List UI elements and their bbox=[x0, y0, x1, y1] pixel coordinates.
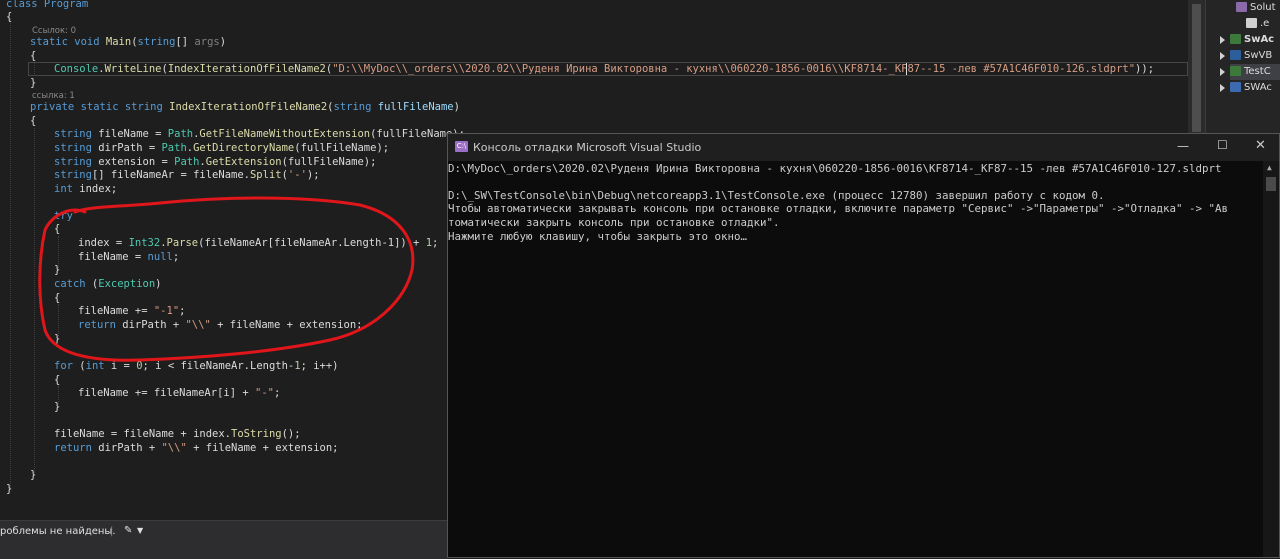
console-app-icon: C:\ bbox=[455, 141, 468, 152]
code-line: return dirPath + "\\" + fileName + exten… bbox=[54, 442, 339, 454]
code-line: { bbox=[54, 292, 61, 304]
solution-node[interactable]: Solut bbox=[1236, 0, 1276, 16]
console-output-line: Чтобы автоматически закрывать консоль пр… bbox=[448, 202, 1229, 215]
project-node[interactable]: SwVB bbox=[1230, 48, 1272, 64]
code-line: class Program bbox=[6, 0, 88, 11]
expand-arrow-icon[interactable] bbox=[1220, 84, 1225, 92]
code-line: { bbox=[54, 223, 61, 235]
close-button[interactable]: ✕ bbox=[1255, 138, 1266, 153]
divider: | bbox=[110, 526, 114, 537]
console-titlebar[interactable]: C:\ Консоль отладки Microsoft Visual Stu… bbox=[448, 134, 1279, 161]
minimize-button[interactable]: — bbox=[1177, 139, 1189, 153]
maximize-button[interactable]: ☐ bbox=[1217, 138, 1228, 152]
code-line: } bbox=[6, 483, 13, 495]
chevron-down-icon[interactable]: ▼ bbox=[137, 526, 143, 535]
class-keyword: class Program bbox=[6, 0, 89, 10]
vb-project-icon bbox=[1230, 50, 1241, 60]
console-output-line: томатически закрыть консоль при остановк… bbox=[448, 216, 780, 229]
code-line: } bbox=[30, 77, 37, 89]
code-line: string dirPath = Path.GetDirectoryName(f… bbox=[54, 142, 390, 154]
project-node[interactable]: TestC bbox=[1230, 64, 1280, 80]
code-line: static void Main(string[] args) bbox=[30, 36, 227, 48]
code-line: } bbox=[54, 264, 61, 276]
code-line: private static string IndexIterationOfFi… bbox=[30, 101, 460, 113]
indent-guide bbox=[10, 18, 11, 488]
expand-arrow-icon[interactable] bbox=[1220, 36, 1225, 44]
solution-icon bbox=[1236, 2, 1247, 12]
scroll-up-arrow-icon[interactable]: ▲ bbox=[1267, 163, 1272, 172]
console-scrollbar[interactable]: ▲ bbox=[1263, 161, 1279, 557]
console-output-line: Нажмите любую клавишу, чтобы закрыть это… bbox=[448, 230, 748, 243]
project-icon bbox=[1230, 82, 1241, 92]
code-line: string fileName = Path.GetFileNameWithou… bbox=[54, 128, 465, 140]
code-line: catch (Exception) bbox=[54, 278, 162, 290]
text-caret bbox=[906, 63, 907, 75]
code-line: int index; bbox=[54, 183, 118, 195]
code-line: string[] fileNameAr = fileName.Split('-'… bbox=[54, 169, 320, 181]
code-line: { bbox=[30, 115, 37, 127]
code-line: index = Int32.Parse(fileNameAr[fileNameA… bbox=[78, 237, 439, 249]
csharp-project-icon bbox=[1230, 66, 1241, 76]
code-line: Console.WriteLine(IndexIterationOfFileNa… bbox=[54, 63, 1155, 75]
code-line: return dirPath + "\\" + fileName + exten… bbox=[78, 319, 363, 331]
code-line: } bbox=[54, 401, 61, 413]
code-line: try bbox=[54, 210, 73, 222]
file-node[interactable]: .e bbox=[1246, 16, 1269, 32]
code-line: fileName = fileName + index.ToString(); bbox=[54, 428, 301, 440]
code-line: { bbox=[54, 374, 61, 386]
code-line: fileName += "-1"; bbox=[78, 305, 186, 317]
code-line: fileName += fileNameAr[i] + "-"; bbox=[78, 387, 281, 399]
code-line: { bbox=[30, 50, 37, 62]
console-output-line: D:\MyDoc\_orders\2020.02\Руденя Ирина Ви… bbox=[448, 162, 1222, 175]
error-status-bar: роблемы не найдены. | ✎ ▼ bbox=[0, 520, 447, 559]
indent-guide bbox=[34, 128, 35, 473]
status-text: роблемы не найдены. bbox=[0, 526, 116, 537]
code-line: } bbox=[54, 333, 61, 345]
project-node[interactable]: SwAc bbox=[1230, 32, 1274, 48]
expand-arrow-icon[interactable] bbox=[1220, 52, 1225, 60]
csharp-project-icon bbox=[1230, 34, 1241, 44]
code-line: string extension = Path.GetExtension(ful… bbox=[54, 156, 377, 168]
brush-icon[interactable]: ✎ bbox=[124, 525, 132, 536]
scrollbar-thumb[interactable] bbox=[1266, 177, 1276, 191]
indent-guide bbox=[58, 304, 59, 336]
code-line: fileName = null; bbox=[78, 251, 180, 263]
console-title: Консоль отладки Microsoft Visual Studio bbox=[473, 141, 702, 154]
code-line: { bbox=[6, 11, 13, 23]
scrollbar-thumb[interactable] bbox=[1192, 4, 1201, 132]
expand-arrow-icon[interactable] bbox=[1220, 68, 1225, 76]
project-node[interactable]: SWAc bbox=[1230, 80, 1272, 96]
debug-console-window[interactable]: C:\ Консоль отладки Microsoft Visual Stu… bbox=[447, 133, 1280, 558]
code-line: } bbox=[30, 469, 37, 481]
code-line: for (int i = 0; i < fileNameAr.Length-1;… bbox=[54, 360, 339, 372]
file-icon bbox=[1246, 18, 1257, 28]
console-output-line: D:\_SW\TestConsole\bin\Debug\netcoreapp3… bbox=[448, 189, 1105, 202]
